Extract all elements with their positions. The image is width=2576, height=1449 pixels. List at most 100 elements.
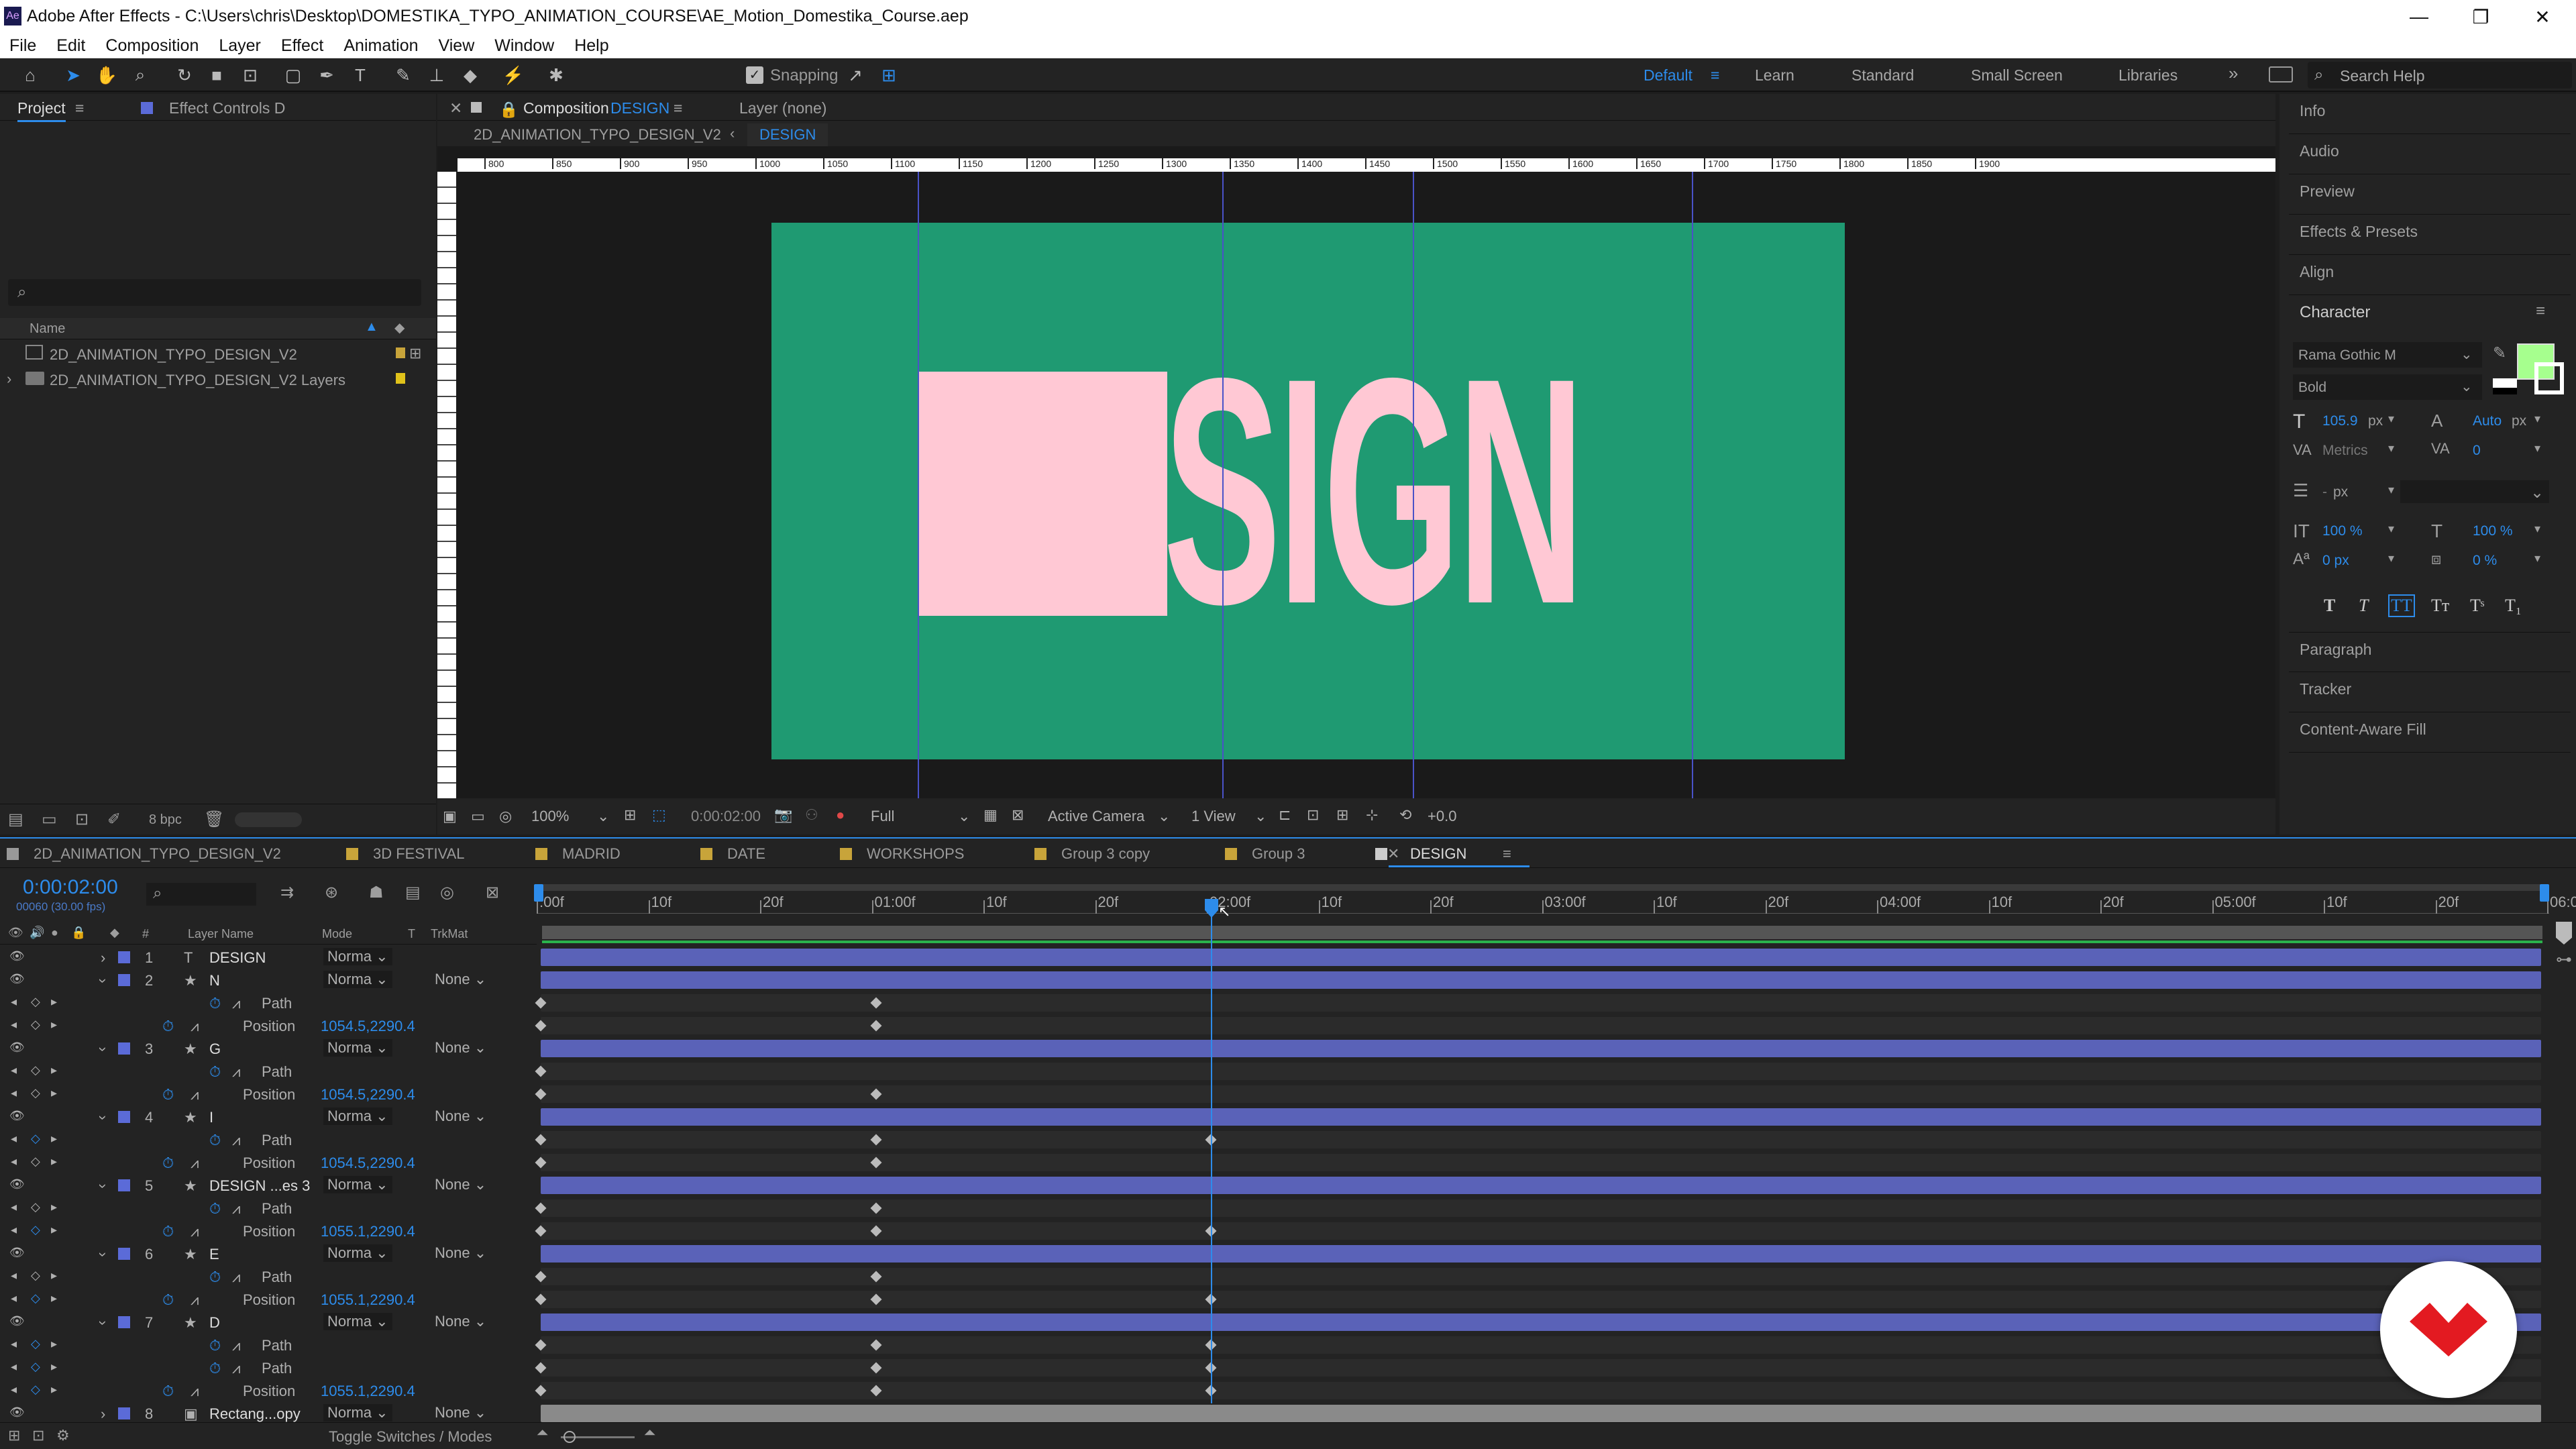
- pan-behind-tool-icon[interactable]: ⊡: [239, 64, 262, 87]
- bit-depth-label[interactable]: 8 bpc: [149, 812, 182, 828]
- chevron-down-icon[interactable]: ⌄: [958, 808, 970, 825]
- composition-canvas[interactable]: DESIGN: [771, 223, 1845, 759]
- next-keyframe-icon[interactable]: ▸: [51, 1018, 57, 1032]
- next-keyframe-icon[interactable]: ▸: [51, 1269, 57, 1283]
- next-keyframe-icon[interactable]: ▸: [51, 1063, 57, 1077]
- mode-dropdown[interactable]: Norma ⌄: [323, 1404, 392, 1421]
- property-row[interactable]: ◂ ◇ ▸ ⏱ ⩘ Position 1055.1,2290.4: [0, 1288, 537, 1311]
- property-value[interactable]: 1054.5,2290.4: [321, 1086, 415, 1104]
- label-color-swatch[interactable]: [118, 1111, 130, 1123]
- tsume-value[interactable]: 0 %: [2473, 553, 2497, 569]
- layer-row[interactable]: 👁 › 4 ★ I Norma ⌄ None ⌄: [0, 1106, 537, 1128]
- next-keyframe-icon[interactable]: ▸: [51, 1132, 57, 1146]
- fit-icon[interactable]: ⊞: [624, 806, 636, 824]
- graph-icon[interactable]: ⩘: [191, 1223, 199, 1240]
- add-keyframe-icon[interactable]: ◇: [31, 1223, 40, 1237]
- label-color-swatch[interactable]: [118, 1179, 130, 1191]
- caret-down-icon[interactable]: ▾: [2388, 522, 2394, 536]
- stroke-width-value[interactable]: -: [2322, 484, 2327, 500]
- label-color-swatch[interactable]: [118, 1042, 130, 1055]
- timeline-icon[interactable]: ⊞: [1336, 806, 1348, 824]
- add-keyframe-icon[interactable]: ◇: [31, 1132, 40, 1146]
- graph-icon[interactable]: ⩘: [232, 1132, 240, 1149]
- snapshot-icon[interactable]: 📷: [774, 806, 792, 824]
- type-tool-icon[interactable]: T: [349, 64, 372, 87]
- snapping-checkbox[interactable]: ✓: [746, 66, 763, 84]
- property-row[interactable]: ◂ ◇ ▸ ⏱ ⩘ Path: [0, 1334, 537, 1356]
- mode-dropdown[interactable]: Norma ⌄: [323, 948, 392, 965]
- render-time-icon[interactable]: ⚙: [56, 1427, 70, 1444]
- work-area-end-handle[interactable]: [2540, 884, 2549, 902]
- graph-icon[interactable]: ⩘: [191, 1018, 199, 1035]
- shy-layers-icon[interactable]: ☗: [369, 883, 384, 902]
- prev-keyframe-icon[interactable]: ◂: [11, 1018, 17, 1032]
- menu-file[interactable]: File: [9, 36, 36, 56]
- tracking-value[interactable]: 0: [2473, 443, 2481, 459]
- timeline-tab[interactable]: DATE: [727, 845, 765, 863]
- motion-blur-icon[interactable]: ◎: [440, 883, 454, 902]
- search-help-field[interactable]: ⌕ Search Help: [2308, 62, 2572, 89]
- horizontal-scale-value[interactable]: 100 %: [2473, 523, 2513, 539]
- workspace-libraries[interactable]: Libraries: [2118, 66, 2178, 85]
- mode-dropdown[interactable]: Norma ⌄: [323, 1039, 392, 1057]
- add-keyframe-icon[interactable]: ◇: [31, 1269, 40, 1283]
- camera-dropdown[interactable]: Active Camera: [1048, 808, 1144, 825]
- twirl-arrow-icon[interactable]: ›: [95, 1046, 112, 1051]
- trkmat-dropdown[interactable]: None ⌄: [435, 1244, 486, 1262]
- stopwatch-icon[interactable]: ⏱: [209, 1200, 221, 1218]
- stopwatch-icon[interactable]: ⏱: [209, 1269, 221, 1286]
- show-snapshot-icon[interactable]: ⚇: [805, 806, 818, 824]
- rotate-tool-icon[interactable]: ↻: [173, 64, 196, 87]
- frame-blending-icon[interactable]: ▤: [405, 883, 421, 902]
- add-keyframe-icon[interactable]: ◇: [31, 1063, 40, 1077]
- work-area-bar[interactable]: [537, 884, 2545, 891]
- puppet-tool-icon[interactable]: ✱: [545, 64, 568, 87]
- prev-keyframe-icon[interactable]: ◂: [11, 1155, 17, 1169]
- solo-icon[interactable]: ●: [51, 926, 58, 940]
- col-trkmat[interactable]: TrkMat: [431, 927, 468, 941]
- prev-keyframe-icon[interactable]: ◂: [11, 1291, 17, 1305]
- prev-keyframe-icon[interactable]: ◂: [11, 1086, 17, 1100]
- kerning-value[interactable]: Metrics: [2322, 443, 2368, 459]
- layer-name[interactable]: DESIGN ...es 3: [209, 1177, 310, 1195]
- caret-down-icon[interactable]: ▾: [2534, 522, 2540, 536]
- visibility-eye-icon[interactable]: 👁: [9, 1177, 25, 1191]
- zoom-in-icon[interactable]: ⏶: [644, 1424, 656, 1442]
- property-row[interactable]: ◂ ◇ ▸ ⏱ ⩘ Position 1055.1,2290.4: [0, 1220, 537, 1242]
- label-column-icon[interactable]: ◆: [394, 319, 405, 336]
- graph-editor-icon[interactable]: ⊠: [486, 883, 499, 902]
- timeline-tab[interactable]: 3D FESTIVAL: [373, 845, 465, 863]
- caret-down-icon[interactable]: ▾: [2534, 441, 2540, 455]
- prev-keyframe-icon[interactable]: ◂: [11, 1200, 17, 1214]
- new-folder-icon[interactable]: ▭: [42, 810, 57, 829]
- color-channels-icon[interactable]: ●: [836, 806, 845, 824]
- prev-keyframe-icon[interactable]: ◂: [11, 1223, 17, 1237]
- exposure-value[interactable]: +0.0: [1428, 808, 1456, 825]
- mode-dropdown[interactable]: Norma ⌄: [323, 1176, 392, 1193]
- prev-keyframe-icon[interactable]: ◂: [11, 1063, 17, 1077]
- stopwatch-icon[interactable]: ⏱: [209, 995, 221, 1012]
- toggle-switches-modes[interactable]: Toggle Switches / Modes: [329, 1428, 492, 1446]
- snap-grid-icon[interactable]: ⊞: [877, 64, 900, 87]
- stroke-color-swatch[interactable]: [2534, 362, 2564, 394]
- label-color-swatch[interactable]: [118, 1407, 130, 1419]
- layer-name[interactable]: E: [209, 1246, 219, 1263]
- layer-row[interactable]: 👁 › 7 ★ D Norma ⌄ None ⌄: [0, 1311, 537, 1334]
- next-keyframe-icon[interactable]: ▸: [51, 1383, 57, 1397]
- stroke-type-dropdown[interactable]: ⌄: [2400, 480, 2549, 503]
- workspace-standard[interactable]: Standard: [1851, 66, 1914, 85]
- visibility-eye-icon[interactable]: 👁: [9, 1109, 25, 1123]
- next-keyframe-icon[interactable]: ▸: [51, 1337, 57, 1351]
- property-row[interactable]: ◂ ◇ ▸ ⏱ ⩘ Path: [0, 1060, 537, 1083]
- stopwatch-icon[interactable]: ⏱: [209, 1132, 221, 1149]
- project-search-input[interactable]: ⌕: [8, 279, 421, 306]
- minimize-icon[interactable]: —: [2399, 3, 2439, 31]
- close-tab-icon[interactable]: ✕: [1387, 845, 1399, 863]
- menu-layer[interactable]: Layer: [219, 36, 261, 56]
- thumbnail-slider[interactable]: [235, 812, 302, 827]
- next-keyframe-icon[interactable]: ▸: [51, 1086, 57, 1100]
- tab-project[interactable]: Project: [17, 99, 66, 122]
- timeline-menu-icon[interactable]: ≡: [1503, 845, 1511, 863]
- more-workspaces-icon[interactable]: »: [2229, 63, 2238, 84]
- menu-effect[interactable]: Effect: [281, 36, 323, 56]
